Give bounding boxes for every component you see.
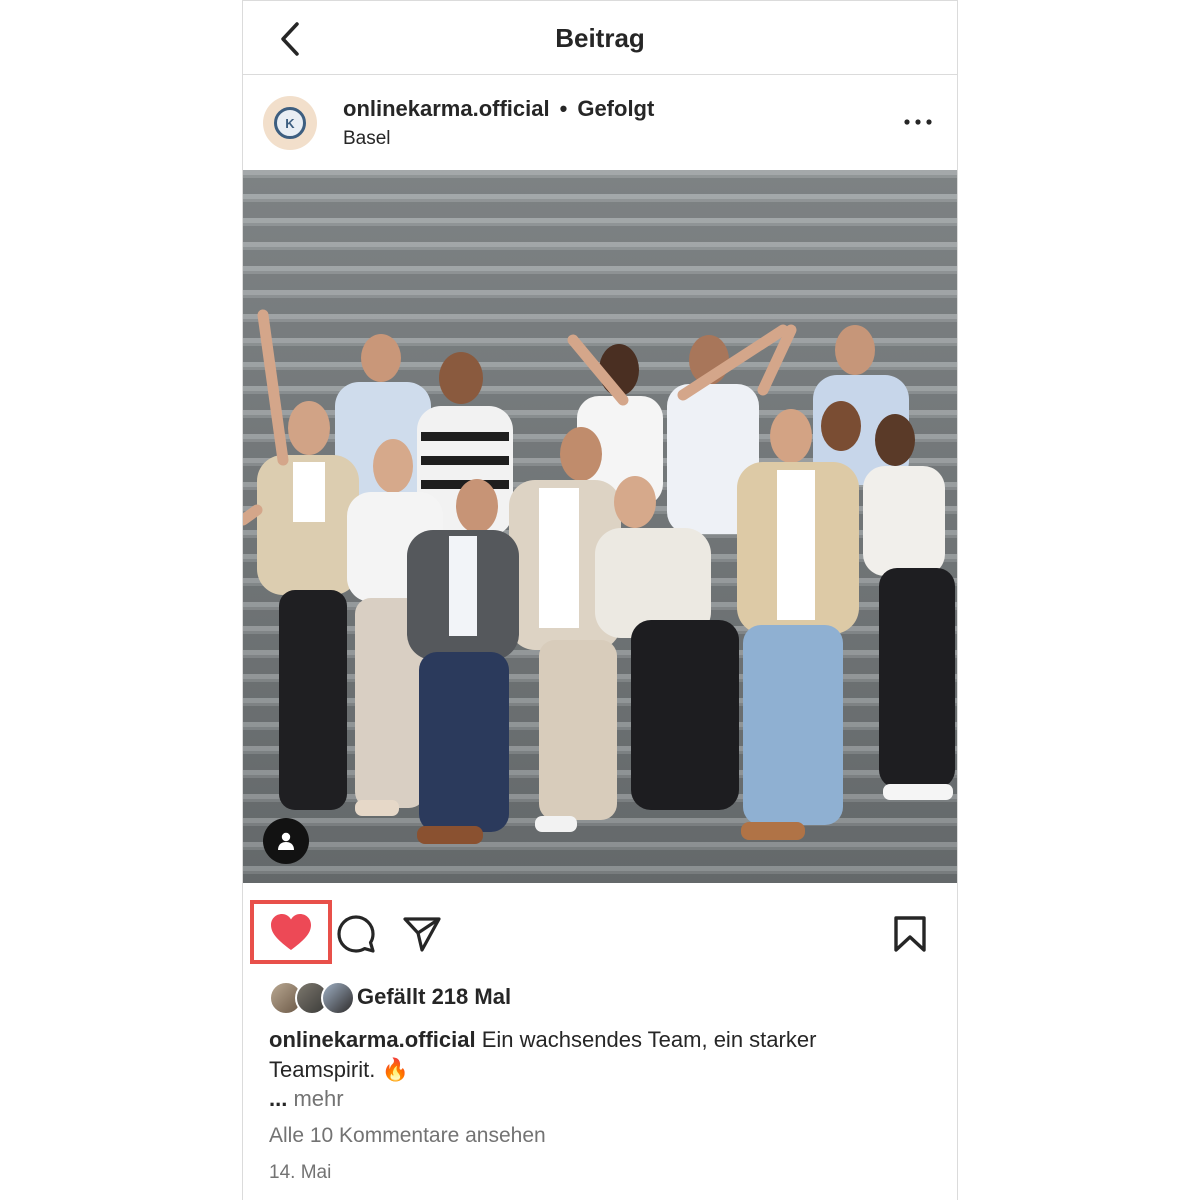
heart-filled-icon — [271, 914, 311, 950]
caption-more-label: mehr — [293, 1086, 344, 1111]
post-location[interactable]: Basel — [343, 128, 391, 150]
avatar[interactable]: K — [263, 96, 317, 150]
page-title: Beitrag — [555, 23, 645, 53]
post-username[interactable]: onlinekarma.official — [343, 96, 550, 121]
caption-ellipsis: ... — [269, 1086, 288, 1111]
user-tag-button[interactable] — [263, 818, 309, 864]
send-icon — [403, 917, 441, 952]
team-photo-illustration — [243, 170, 957, 883]
comment-button[interactable] — [335, 913, 377, 955]
likes-summary[interactable]: Gefällt 218 Mal — [269, 980, 511, 1015]
caption-username[interactable]: onlinekarma.official — [269, 1027, 476, 1052]
post-actions — [243, 883, 957, 973]
like-button[interactable] — [250, 900, 332, 964]
comment-icon — [337, 915, 375, 953]
liker-avatar — [321, 981, 355, 1015]
save-button[interactable] — [889, 913, 931, 955]
user-tag-icon — [278, 832, 294, 850]
liker-avatars — [269, 981, 357, 1015]
more-options-button[interactable] — [903, 112, 933, 132]
separator-dot: • — [559, 96, 568, 121]
likes-count[interactable]: Gefällt 218 Mal — [357, 984, 511, 1010]
post-author-line: onlinekarma.official • Gefolgt — [343, 96, 654, 122]
post-caption: onlinekarma.official Ein wachsendes Team… — [269, 1025, 909, 1085]
avatar-logo: K — [274, 107, 306, 139]
caption-more-link[interactable]: ... mehr — [269, 1086, 344, 1112]
top-bar: Beitrag — [243, 0, 957, 75]
view-comments-link[interactable]: Alle 10 Kommentare ansehen — [269, 1124, 546, 1148]
post-photo[interactable] — [243, 170, 957, 883]
bookmark-icon — [894, 916, 926, 952]
share-button[interactable] — [401, 913, 443, 955]
more-horizontal-icon — [904, 119, 932, 125]
follow-status-button[interactable]: Gefolgt — [577, 96, 654, 121]
post-header: K onlinekarma.official • Gefolgt Basel — [243, 76, 957, 170]
post-screen: Beitrag K onlinekarma.official • Gefolgt B… — [242, 0, 958, 1200]
post-date: 14. Mai — [269, 1162, 332, 1183]
